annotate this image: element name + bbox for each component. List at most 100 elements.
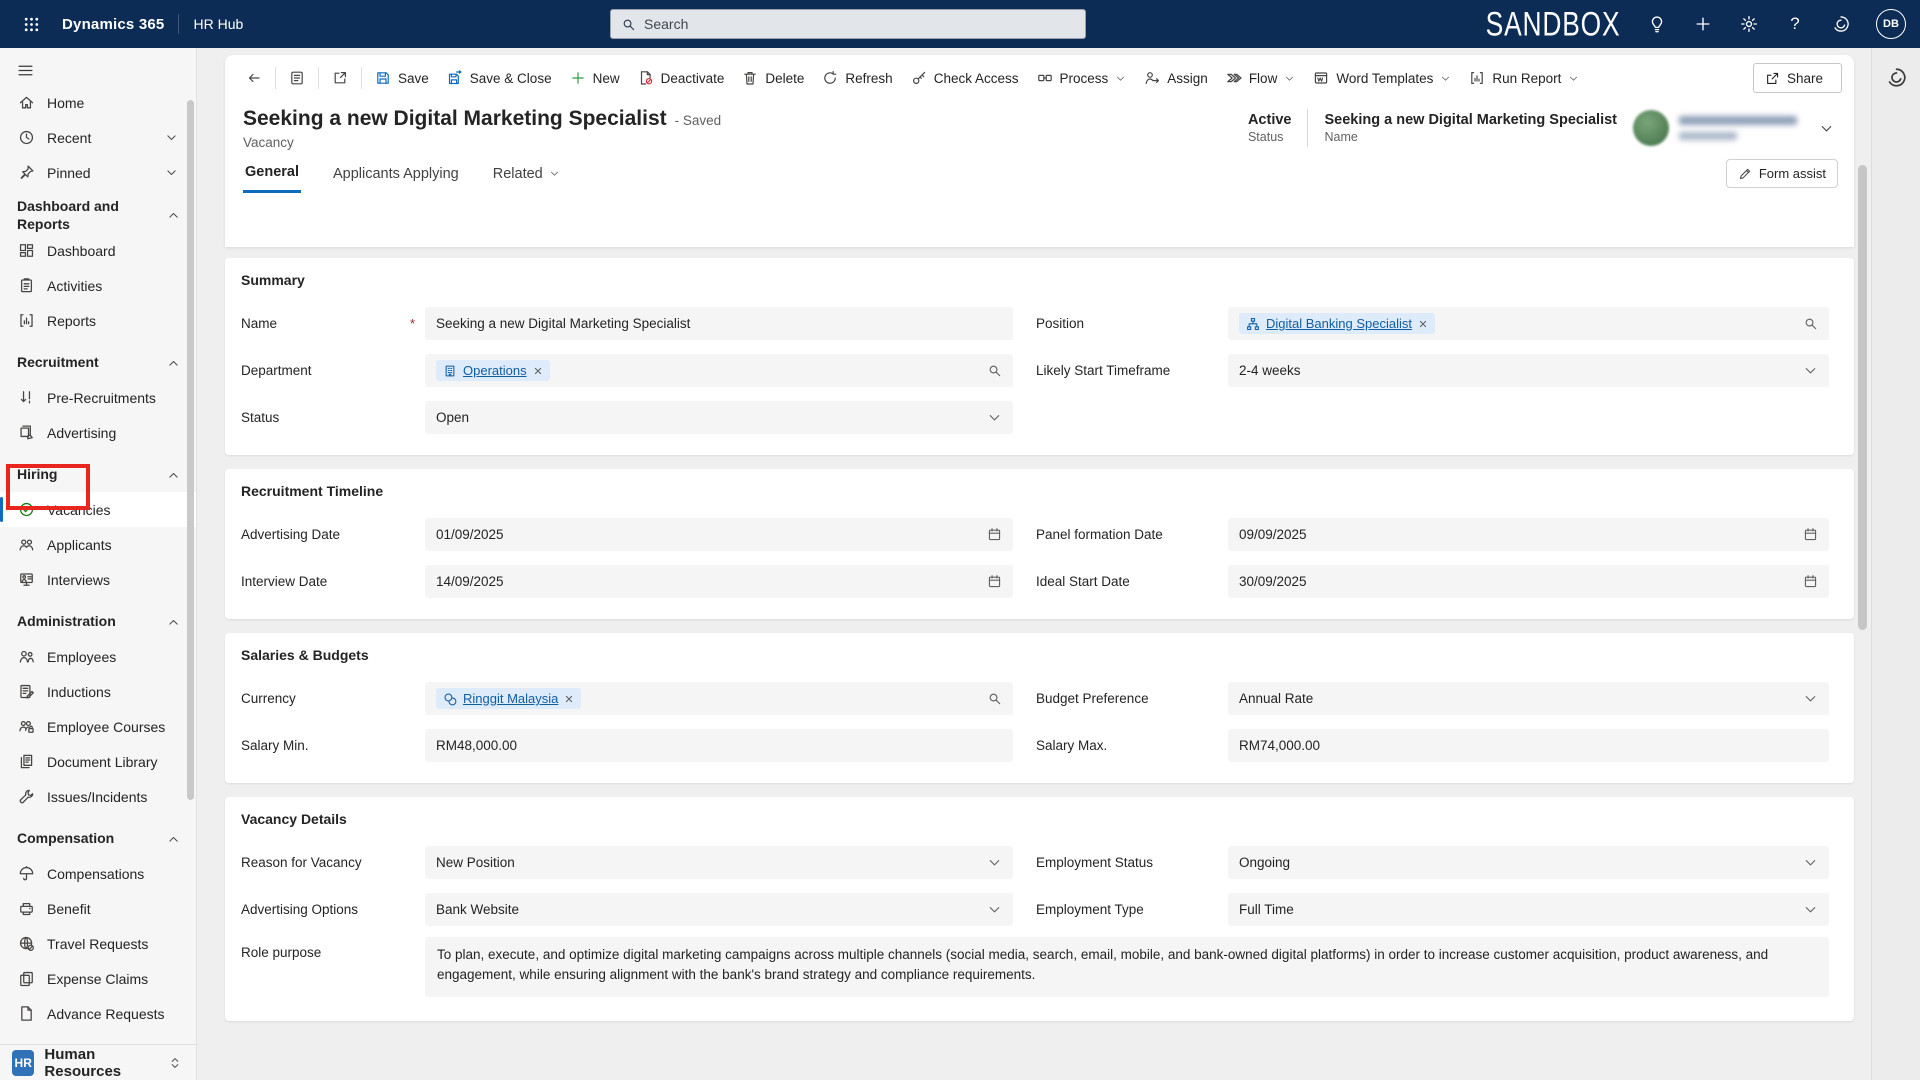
timeframe-select[interactable]: 2-4 weeks: [1228, 354, 1829, 387]
back-button[interactable]: [237, 61, 271, 95]
new-button[interactable]: New: [561, 61, 629, 95]
sidebar-group-administration[interactable]: Administration: [0, 605, 196, 639]
dashboard-icon: [17, 242, 35, 260]
name-value: Seeking a new Digital Marketing Speciali…: [1324, 112, 1617, 128]
tab-related[interactable]: Related: [491, 166, 562, 192]
close-icon[interactable]: [564, 694, 574, 704]
sidebar-item-document-library[interactable]: Document Library: [0, 744, 196, 779]
panel-date-input[interactable]: 09/09/2025: [1228, 518, 1829, 551]
flow-button[interactable]: Flow: [1217, 61, 1305, 95]
main-scrollbar[interactable]: [1858, 108, 1867, 1080]
sidebar-item-advertising[interactable]: Advertising: [0, 415, 196, 450]
refresh-button[interactable]: Refresh: [813, 61, 901, 95]
department-lookup[interactable]: Operations: [425, 354, 1013, 387]
sidebar-group-compensation[interactable]: Compensation: [0, 822, 196, 856]
environment-badge: SANDBOX: [1485, 4, 1620, 43]
ideal-start-input[interactable]: 30/09/2025: [1228, 565, 1829, 598]
copilot-icon[interactable]: [1830, 13, 1852, 35]
copilot-icon[interactable]: [1881, 62, 1911, 92]
page-icon: [17, 1005, 35, 1023]
delete-button[interactable]: Delete: [733, 61, 813, 95]
budget-preference-select[interactable]: Annual Rate: [1228, 682, 1829, 715]
sidebar-item-travel-requests[interactable]: Travel Requests: [0, 926, 196, 961]
advertising-options-select[interactable]: Bank Website: [425, 893, 1013, 926]
area-switcher[interactable]: HR Human Resources: [0, 1044, 196, 1080]
share-button[interactable]: Share: [1752, 63, 1842, 93]
sidebar-item-pre-recruitments[interactable]: Pre-Recruitments: [0, 380, 196, 415]
sidebar-item-home[interactable]: Home: [0, 85, 196, 120]
currency-lookup[interactable]: Ringgit Malaysia: [425, 682, 1013, 715]
sidebar-item-inductions[interactable]: Inductions: [0, 674, 196, 709]
deactivate-button[interactable]: Deactivate: [629, 61, 734, 95]
sidebar-item-activities[interactable]: Activities: [0, 268, 196, 303]
scrollbar-thumb[interactable]: [1858, 165, 1867, 630]
form-selector-button[interactable]: [280, 61, 314, 95]
user-avatar[interactable]: DB: [1876, 9, 1906, 39]
sidebar-item-compensations[interactable]: Compensations: [0, 856, 196, 891]
clock-icon: [17, 129, 35, 147]
employment-status-select[interactable]: Ongoing: [1228, 846, 1829, 879]
sidebar-item-employees[interactable]: Employees: [0, 639, 196, 674]
sidebar-item-applicants[interactable]: Applicants: [0, 527, 196, 562]
section-title: Salaries & Budgets: [241, 647, 369, 663]
save-button[interactable]: Save: [366, 61, 438, 95]
department-link[interactable]: Operations: [463, 363, 527, 378]
assign-button[interactable]: Assign: [1135, 61, 1217, 95]
lightbulb-icon[interactable]: [1646, 13, 1668, 35]
currency-pill: Ringgit Malaysia: [436, 688, 582, 709]
sidebar-item-vacancies[interactable]: Vacancies: [0, 492, 196, 527]
sidebar-item-issues-incidents[interactable]: Issues/Incidents: [0, 779, 196, 814]
employment-type-select[interactable]: Full Time: [1228, 893, 1829, 926]
process-button[interactable]: Process: [1028, 61, 1136, 95]
role-purpose-textarea[interactable]: To plan, execute, and optimize digital m…: [425, 937, 1829, 997]
name-input[interactable]: Seeking a new Digital Marketing Speciali…: [425, 307, 1013, 340]
word-templates-button[interactable]: Word Templates: [1304, 61, 1460, 95]
advertising-date-label: Advertising Date: [241, 527, 341, 542]
interview-date-input[interactable]: 14/09/2025: [425, 565, 1013, 598]
popout-button[interactable]: [323, 61, 357, 95]
sidebar-item-recent[interactable]: Recent: [0, 120, 196, 155]
chevron-down-icon: [1568, 73, 1579, 84]
save-and-close-button[interactable]: Save & Close: [438, 61, 561, 95]
add-icon[interactable]: [1692, 13, 1714, 35]
status-select[interactable]: Open: [425, 401, 1013, 434]
hamburger-menu-icon[interactable]: [0, 48, 196, 85]
form-tabs: General Applicants Applying Related Form…: [225, 159, 1854, 193]
reason-select[interactable]: New Position: [425, 846, 1013, 879]
sidebar-item-pinned[interactable]: Pinned: [0, 155, 196, 190]
sidebar-group-dashboard-and-reports[interactable]: Dashboard and Reports: [0, 198, 196, 233]
position-link[interactable]: Digital Banking Specialist: [1266, 316, 1412, 331]
sidebar-scrollbar[interactable]: [187, 100, 194, 800]
sidebar-item-employee-courses[interactable]: Employee Courses: [0, 709, 196, 744]
sidebar-item-dashboard[interactable]: Dashboard: [0, 233, 196, 268]
help-icon[interactable]: ?: [1784, 13, 1806, 35]
currency-link[interactable]: Ringgit Malaysia: [463, 691, 558, 706]
advertising-date-input[interactable]: 01/09/2025: [425, 518, 1013, 551]
sidebar-item-benefit[interactable]: Benefit: [0, 891, 196, 926]
salary-min-input[interactable]: RM48,000.00: [425, 729, 1013, 762]
owner-name-redacted: [1679, 116, 1797, 140]
waffle-icon[interactable]: [14, 7, 48, 41]
position-lookup[interactable]: Digital Banking Specialist: [1228, 307, 1829, 340]
salary-max-input[interactable]: RM74,000.00: [1228, 729, 1829, 762]
sidebar-item-reports[interactable]: Reports: [0, 303, 196, 338]
sidebar-group-recruitment[interactable]: Recruitment: [0, 346, 196, 380]
check-access-button[interactable]: Check Access: [902, 61, 1028, 95]
close-icon[interactable]: [1418, 319, 1428, 329]
close-icon[interactable]: [533, 366, 543, 376]
collapse-header-chevron-icon[interactable]: [1819, 121, 1834, 136]
ideal-start-label: Ideal Start Date: [1036, 574, 1130, 589]
tab-general[interactable]: General: [243, 164, 301, 193]
settings-icon[interactable]: [1738, 13, 1760, 35]
record-owner[interactable]: [1633, 110, 1797, 146]
sidebar-item-advance-requests[interactable]: Advance Requests: [0, 996, 196, 1031]
area-title[interactable]: HR Hub: [193, 16, 243, 32]
run-report-button[interactable]: Run Report: [1460, 61, 1588, 95]
tab-applicants-applying[interactable]: Applicants Applying: [331, 166, 461, 192]
sidebar-item-expense-claims[interactable]: Expense Claims: [0, 961, 196, 996]
sidebar-item-interviews[interactable]: Interviews: [0, 562, 196, 597]
form-assist-button[interactable]: Form assist: [1725, 159, 1838, 188]
search-input[interactable]: Search: [610, 9, 1086, 39]
sidebar-group-hiring[interactable]: Hiring: [0, 458, 196, 492]
sidebar-navigation: Home Recent Pinned Dashboard and Reports…: [0, 48, 197, 1080]
